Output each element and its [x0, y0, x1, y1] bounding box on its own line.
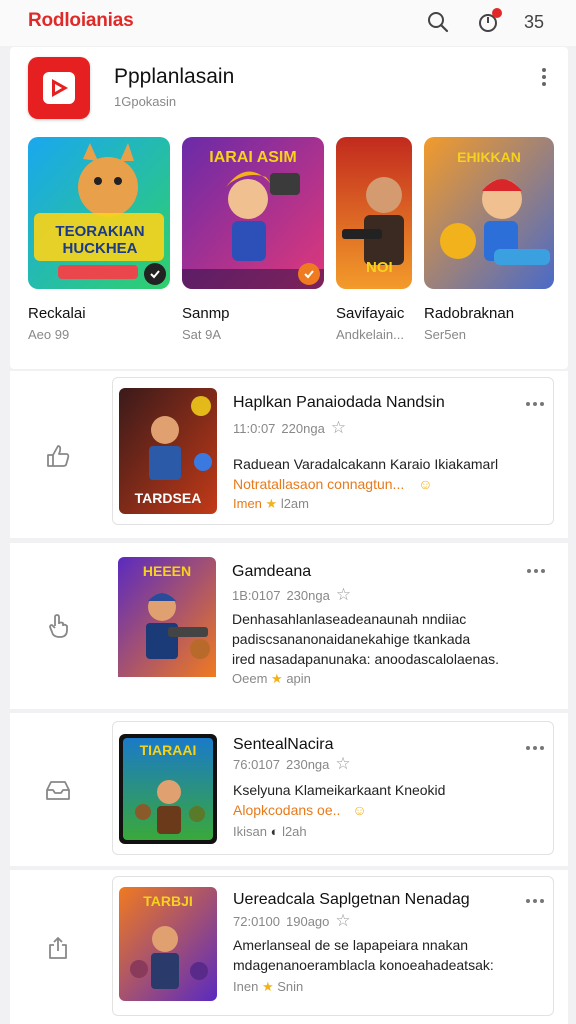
- row-date: 76:0107: [233, 756, 280, 772]
- star-icon: ★: [271, 671, 287, 686]
- row-description: Amerlanseal de se lapapeiara nnakan mdag…: [233, 935, 494, 975]
- top-bar: Rodloianias 35: [0, 0, 576, 46]
- row-stat: 220nga: [281, 420, 325, 436]
- emoji-icon: ☺: [418, 476, 433, 492]
- brand-title: Rodloianias: [28, 10, 134, 31]
- description-line: Kselyuna Klameikarkaant Kneokid: [233, 782, 446, 798]
- description-tag: Notratallasaon connagtun...: [233, 476, 405, 492]
- tile-meta: Sat 9A: [182, 327, 222, 342]
- row-footer: Ikisan ◐ l2ah: [233, 824, 307, 839]
- game-thumbnail[interactable]: TARBJI: [119, 887, 217, 1001]
- description-line: Raduean Varadalcakann Karaio Ikiakamarl: [233, 456, 499, 472]
- more-options-icon[interactable]: [532, 65, 556, 89]
- tile-name: Reckalai: [28, 305, 86, 322]
- tile-art-text: IARAI ASIM: [209, 149, 297, 166]
- game-thumbnail[interactable]: TARDSEA: [119, 388, 217, 514]
- description-line: ired nasadapanunaka: anoodascalolaenas.: [232, 651, 499, 667]
- emoji-icon: ☺: [352, 802, 367, 818]
- tile-name: Radobraknan: [424, 305, 515, 322]
- search-icon[interactable]: [426, 10, 450, 34]
- thumbnail-text: TARDSEA: [134, 490, 202, 506]
- share-icon: ◐: [270, 824, 283, 839]
- row-meta: 72:0100 190ago ☆: [233, 911, 351, 931]
- inbox-icon[interactable]: [44, 776, 72, 804]
- more-options-icon[interactable]: [524, 559, 548, 583]
- app-title: Ppplanlasain: [114, 65, 235, 88]
- notification-icon[interactable]: [476, 8, 502, 34]
- star-icon: ★: [261, 979, 278, 994]
- row-date: 1B:0107: [232, 587, 281, 603]
- list-item[interactable]: HEEEN Gamdeana 1B:0107 230nga ☆ Denhasah…: [112, 543, 554, 709]
- footer-time: Snin: [277, 979, 304, 994]
- star-icon: ★: [265, 496, 281, 511]
- more-options-icon[interactable]: [523, 736, 547, 760]
- app-subtitle: 1Gpokasin: [114, 94, 177, 109]
- header-count[interactable]: 35: [524, 12, 544, 33]
- row-footer: Oeem ★ apin: [232, 671, 311, 687]
- thumbnail-text: TIARAAI: [139, 742, 197, 758]
- row-date: 11:0:07: [233, 420, 276, 436]
- tile-art-text: TEORAKIAN HUCKHEA: [55, 223, 145, 257]
- thumbnail-text: HEEEN: [142, 563, 192, 579]
- more-options-icon[interactable]: [523, 392, 547, 416]
- description-line: Amerlanseal de se lapapeiara nnakan: [233, 937, 469, 953]
- tile-art-text: NOI: [366, 259, 393, 276]
- description-tag: Alopkcodans oe..: [233, 802, 341, 818]
- description-line: padiscsananonaidanekahige tkankada: [232, 631, 471, 647]
- row-description: Raduean Varadalcakann Karaio Ikiakamarl …: [233, 454, 498, 494]
- description-line: Denhasahlanlaseadeanaunah nndiiac: [232, 611, 467, 627]
- pointer-hand-icon[interactable]: [44, 612, 72, 640]
- description-line: mdagenanoeramblacla konoeahadeatsak:: [233, 957, 494, 973]
- tile-name: Savifayaic: [336, 305, 405, 322]
- footer-label: Inen: [233, 979, 259, 994]
- thumbs-up-icon[interactable]: [44, 442, 72, 470]
- row-footer: Inen ★ Snin: [233, 979, 303, 995]
- tile-meta: Aeo 99: [28, 327, 70, 342]
- upload-icon[interactable]: [44, 934, 72, 962]
- tile-meta: Andkelain...: [336, 327, 404, 342]
- row-title[interactable]: Uereadcala Saplgetnan Nenadag: [233, 891, 470, 909]
- tile-name: Sanmp: [182, 305, 230, 322]
- row-title[interactable]: Haplkan Panaiodada Nandsin: [233, 394, 445, 412]
- footer-time: apin: [286, 671, 311, 686]
- row-description: Kselyuna Klameikarkaant Kneokid Alopkcod…: [233, 780, 445, 820]
- tile-art-text: EHIKKAN: [457, 149, 521, 165]
- row-stat: 230nga: [286, 587, 330, 603]
- row-meta: 11:0:07 220nga ☆: [233, 418, 346, 438]
- footer-label: Ikisan: [233, 824, 267, 839]
- star-outline-icon[interactable]: ☆: [336, 585, 351, 605]
- notification-dot: [492, 8, 502, 18]
- list-item[interactable]: TIARAAI SentealNacira 76:0107 230nga ☆ K…: [112, 721, 554, 855]
- row-meta: 76:0107 230nga ☆: [233, 754, 351, 774]
- tile-meta: Ser5en: [424, 327, 466, 342]
- star-outline-icon[interactable]: ☆: [331, 418, 346, 438]
- footer-label: Imen: [233, 496, 262, 511]
- check-badge-icon: [144, 263, 166, 285]
- thumbnail-text: TARBJI: [143, 893, 193, 909]
- row-stat: 230nga: [286, 756, 330, 772]
- footer-label: Oeem: [232, 671, 268, 686]
- footer-time: l2am: [280, 496, 309, 511]
- app-card: Ppplanlasain 1Gpokasin TEORAKIAN HUCKHEA…: [10, 47, 568, 369]
- row-date: 72:0100: [233, 913, 280, 929]
- star-outline-icon[interactable]: ☆: [335, 911, 350, 931]
- row-title[interactable]: Gamdeana: [232, 563, 311, 581]
- star-outline-icon[interactable]: ☆: [335, 754, 350, 774]
- list-item[interactable]: TARDSEA Haplkan Panaiodada Nandsin 11:0:…: [112, 377, 554, 525]
- more-options-icon[interactable]: [523, 889, 547, 913]
- row-title[interactable]: SentealNacira: [233, 736, 334, 754]
- game-thumbnail[interactable]: TIARAAI: [119, 734, 217, 844]
- row-stat: 190ago: [286, 913, 330, 929]
- list-item[interactable]: TARBJI Uereadcala Saplgetnan Nenadag 72:…: [112, 876, 554, 1016]
- row-footer: Imen ★ l2am: [233, 496, 309, 512]
- check-badge-icon: [298, 263, 320, 285]
- row-description: Denhasahlanlaseadeanaunah nndiiac padisc…: [232, 609, 499, 669]
- row-meta: 1B:0107 230nga ☆: [232, 585, 351, 605]
- app-logo-icon[interactable]: [28, 57, 90, 119]
- footer-time: l2ah: [282, 824, 307, 839]
- game-thumbnail[interactable]: HEEEN: [118, 557, 216, 683]
